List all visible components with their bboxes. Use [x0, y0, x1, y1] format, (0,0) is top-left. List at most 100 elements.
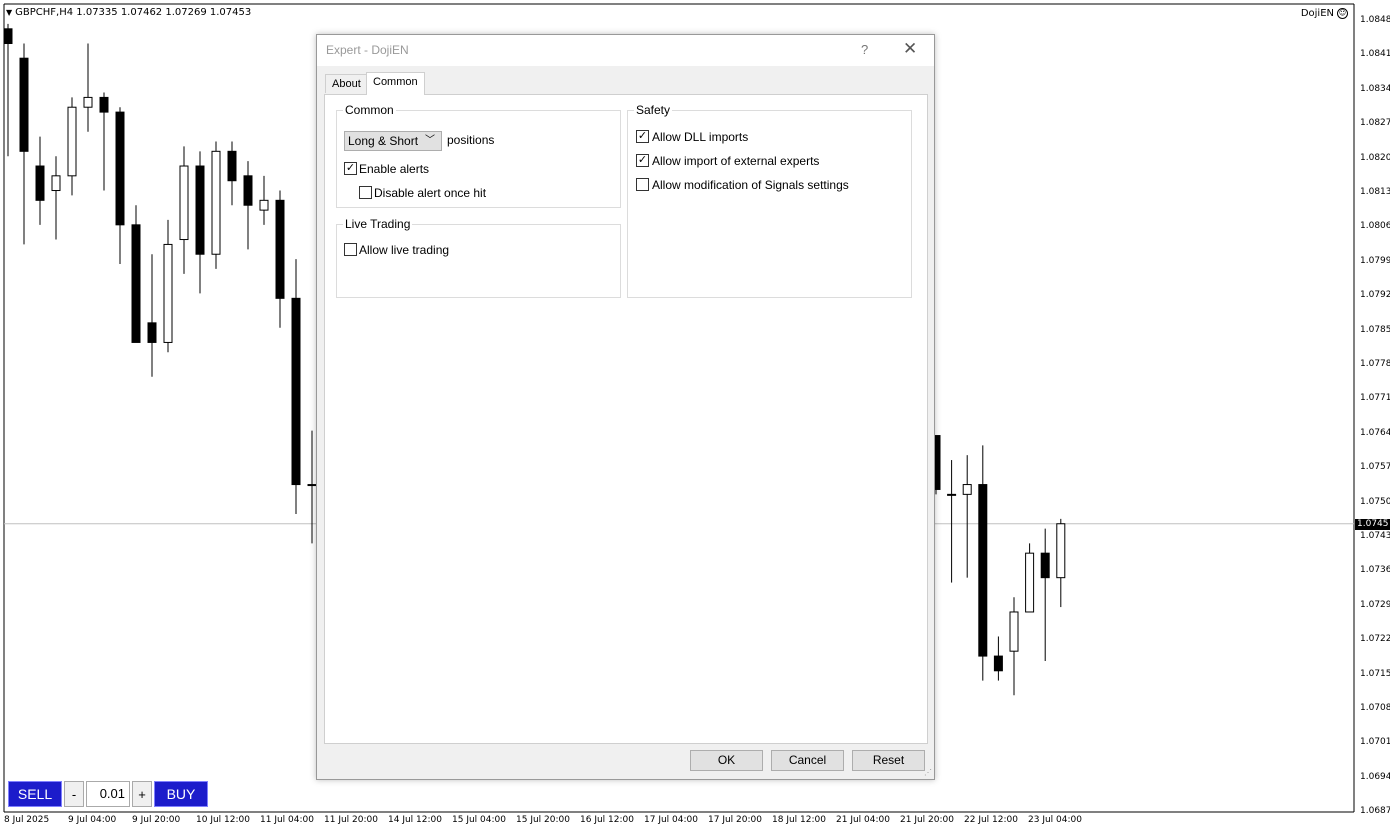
time-axis-label: 21 Jul 20:00	[900, 815, 954, 825]
symbol-info: GBPCHF,H4 1.07335 1.07462 1.07269 1.0745…	[15, 7, 252, 18]
price-axis-label: 1.0813	[1360, 187, 1390, 197]
price-axis-label: 1.0687	[1360, 806, 1390, 817]
time-axis-label: 17 Jul 20:00	[708, 815, 762, 825]
price-axis-label: 1.0715	[1360, 668, 1390, 679]
allow-dll-imports-checkbox[interactable]: ✓	[636, 130, 649, 143]
time-axis-label: 15 Jul 04:00	[452, 815, 506, 825]
reset-button[interactable]: Reset	[852, 750, 925, 771]
live-trading-group-title: Live Trading	[343, 217, 413, 231]
disable-alert-once-checkbox[interactable]	[359, 186, 372, 199]
time-axis-label: 10 Jul 12:00	[196, 815, 250, 825]
time-axis-label: 23 Jul 04:00	[1028, 815, 1082, 825]
chevron-down-icon: ﹀	[425, 135, 435, 146]
candle-bull	[51, 175, 61, 192]
dropdown-triangle-icon[interactable]: ▼	[6, 8, 12, 17]
ok-button[interactable]: OK	[690, 750, 763, 771]
expert-label[interactable]: DojiEN ☺	[1301, 8, 1348, 19]
price-axis-label: 1.0708	[1360, 703, 1390, 713]
safety-group-title: Safety	[634, 103, 673, 117]
time-axis: 8 Jul 2025 9 Jul 04:00 9 Jul 20:00 10 Jul 1…	[0, 812, 1354, 831]
enable-alerts-checkbox[interactable]: ✓	[344, 162, 357, 175]
candle-bear	[291, 297, 301, 486]
candle-bear	[195, 165, 205, 255]
allow-signals-modification-checkbox[interactable]	[636, 178, 649, 191]
disable-alert-once-label[interactable]: Disable alert once hit	[374, 186, 486, 200]
price-axis-label: 1.0701	[1360, 737, 1390, 748]
time-axis-label: 18 Jul 12:00	[772, 815, 826, 825]
current-price-label: 1.0745	[1355, 519, 1390, 530]
candle-bull	[1025, 552, 1035, 613]
candle-bear	[19, 57, 29, 152]
one-click-trading-panel: SELL - 0.01 + BUY	[8, 781, 208, 807]
price-axis-label: 1.0778	[1360, 359, 1390, 369]
lot-size-input[interactable]: 0.01	[86, 781, 130, 807]
candle-bear	[99, 96, 109, 113]
time-axis-label: 16 Jul 12:00	[580, 815, 634, 825]
price-axis-label: 1.0722	[1360, 634, 1390, 645]
sell-button[interactable]: SELL	[8, 781, 62, 807]
lot-decrease-button[interactable]: -	[64, 781, 84, 807]
allow-external-experts-checkbox[interactable]: ✓	[636, 154, 649, 167]
candle-bear	[35, 165, 45, 201]
time-axis-label: 22 Jul 12:00	[964, 815, 1018, 825]
tab-common[interactable]: Common	[366, 72, 425, 95]
cancel-button[interactable]: Cancel	[771, 750, 844, 771]
price-axis-label: 1.0841	[1360, 49, 1390, 60]
time-axis-label: 8 Jul 2025	[4, 815, 50, 825]
buy-button[interactable]: BUY	[154, 781, 208, 807]
candle-bull	[962, 484, 972, 495]
candle-bull	[947, 493, 957, 496]
enable-alerts-label[interactable]: Enable alerts	[359, 162, 429, 176]
allow-external-experts-label[interactable]: Allow import of external experts	[652, 154, 819, 168]
close-button[interactable]: ✕	[903, 39, 917, 59]
price-axis-label: 1.0750	[1360, 496, 1390, 507]
price-axis-label: 1.0764	[1360, 427, 1390, 438]
price-axis-label: 1.0799	[1360, 255, 1390, 266]
tab-about[interactable]: About	[325, 74, 368, 93]
candle-bear	[243, 175, 253, 206]
dialog-title: Expert - DojiEN	[326, 43, 409, 57]
price-axis-label: 1.0820	[1360, 152, 1390, 163]
candle-bear	[131, 224, 141, 343]
allow-dll-imports-label[interactable]: Allow DLL imports	[652, 130, 748, 144]
time-axis-label: 15 Jul 20:00	[516, 815, 570, 825]
live-trading-group: Live Trading Allow live trading	[336, 217, 621, 298]
time-axis-label: 11 Jul 04:00	[260, 815, 314, 825]
expert-dialog: Expert - DojiEN ? ✕ About Common Common …	[316, 34, 935, 780]
allow-live-trading-checkbox[interactable]	[344, 243, 357, 256]
candle-bear	[147, 322, 157, 343]
help-button[interactable]: ?	[861, 42, 868, 57]
price-axis-label: 1.0792	[1360, 290, 1390, 301]
candle-bear	[993, 655, 1003, 672]
candle-bear	[227, 150, 237, 182]
candle-bull	[1009, 611, 1019, 652]
price-axis-label: 1.0729	[1360, 599, 1390, 610]
candle-bear	[275, 199, 285, 299]
candle-bear	[1040, 552, 1050, 579]
price-axis-label: 1.0834	[1360, 83, 1390, 94]
candle-bear	[115, 111, 125, 226]
positions-select[interactable]: Long & Short ﹀	[344, 131, 442, 151]
price-axis: 1.0745 1.0848 1.0841 1.0834 1.0827 1.0820 1.0…	[1354, 0, 1390, 816]
allow-live-trading-label[interactable]: Allow live trading	[359, 243, 449, 257]
price-axis-label: 1.0827	[1360, 118, 1390, 129]
chart-header: ▼ GBPCHF,H4 1.07335 1.07462 1.07269 1.07…	[6, 7, 251, 18]
time-axis-label: 9 Jul 04:00	[68, 815, 117, 825]
common-group: Common Long & Short ﹀ positions ✓ Enable…	[336, 103, 621, 208]
candle-bull	[179, 165, 189, 241]
time-axis-label: 14 Jul 12:00	[388, 815, 442, 825]
tab-page-common: Common Long & Short ﹀ positions ✓ Enable…	[324, 94, 928, 744]
allow-signals-modification-label[interactable]: Allow modification of Signals settings	[652, 178, 849, 192]
positions-select-value: Long & Short	[348, 134, 419, 148]
price-axis-label: 1.0771	[1360, 393, 1390, 404]
resize-grip-icon[interactable]: ⋰	[924, 768, 932, 777]
safety-group: Safety ✓ Allow DLL imports ✓ Allow impor…	[627, 103, 912, 298]
dialog-titlebar[interactable]: Expert - DojiEN ? ✕	[317, 35, 934, 66]
lot-increase-button[interactable]: +	[132, 781, 152, 807]
price-axis-label: 1.0806	[1360, 221, 1390, 232]
time-axis-label: 11 Jul 20:00	[324, 815, 378, 825]
price-axis-label: 1.0785	[1360, 324, 1390, 335]
time-axis-label: 21 Jul 04:00	[836, 815, 890, 825]
candle-bear	[978, 484, 988, 657]
candle-bull	[83, 96, 93, 108]
